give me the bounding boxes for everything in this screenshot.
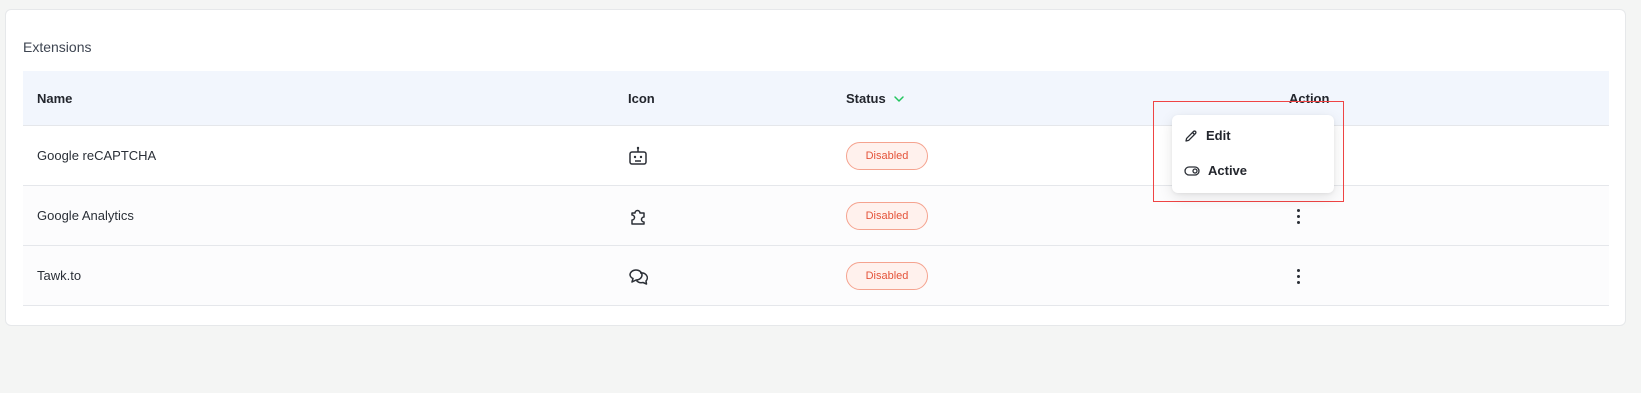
column-header-status[interactable]: Status bbox=[846, 91, 906, 106]
table-row: Google Analytics Disabled bbox=[23, 186, 1609, 246]
menu-item-active[interactable]: Active bbox=[1184, 163, 1247, 178]
extensions-card: Extensions Name Icon Status Action Googl… bbox=[5, 9, 1626, 326]
pencil-icon bbox=[1185, 129, 1197, 142]
card-title: Extensions bbox=[23, 39, 92, 55]
column-header-icon: Icon bbox=[628, 91, 655, 106]
extension-name: Tawk.to bbox=[37, 268, 82, 283]
column-header-icon-label: Icon bbox=[628, 91, 655, 106]
status-badge: Disabled bbox=[846, 262, 928, 290]
menu-item-label: Active bbox=[1208, 163, 1248, 178]
kebab-dot bbox=[1296, 274, 1300, 278]
row-actions-button[interactable] bbox=[1291, 204, 1305, 228]
robot-icon bbox=[629, 146, 647, 165]
column-header-name[interactable]: Name bbox=[37, 91, 72, 106]
toggle-icon bbox=[1184, 165, 1200, 176]
kebab-dot bbox=[1296, 214, 1300, 218]
extension-name: Google Analytics bbox=[37, 208, 134, 223]
column-header-status-label: Status bbox=[846, 91, 886, 106]
kebab-dot bbox=[1296, 280, 1300, 284]
chat-bubbles-icon bbox=[629, 269, 649, 285]
table-header: Name Icon Status Action bbox=[23, 71, 1609, 126]
table-row: Tawk.to Disabled bbox=[23, 246, 1609, 306]
column-header-name-label: Name bbox=[37, 91, 73, 106]
status-badge: Disabled bbox=[846, 142, 928, 170]
row-actions-menu: Edit Active bbox=[1172, 115, 1334, 193]
puzzle-icon bbox=[631, 209, 645, 225]
status-badge: Disabled bbox=[846, 202, 928, 230]
chevron-down-icon[interactable] bbox=[892, 92, 906, 106]
kebab-dot bbox=[1296, 208, 1300, 212]
table-row: Google reCAPTCHA Disabled bbox=[23, 126, 1609, 186]
menu-item-edit[interactable]: Edit bbox=[1184, 128, 1231, 143]
extensions-table: Name Icon Status Action Google reCAPTCHA bbox=[23, 71, 1609, 306]
menu-item-label: Edit bbox=[1206, 128, 1231, 143]
row-actions-button[interactable] bbox=[1291, 264, 1305, 288]
kebab-dot bbox=[1296, 220, 1300, 224]
kebab-dot bbox=[1296, 268, 1300, 272]
extension-name: Google reCAPTCHA bbox=[37, 148, 157, 163]
